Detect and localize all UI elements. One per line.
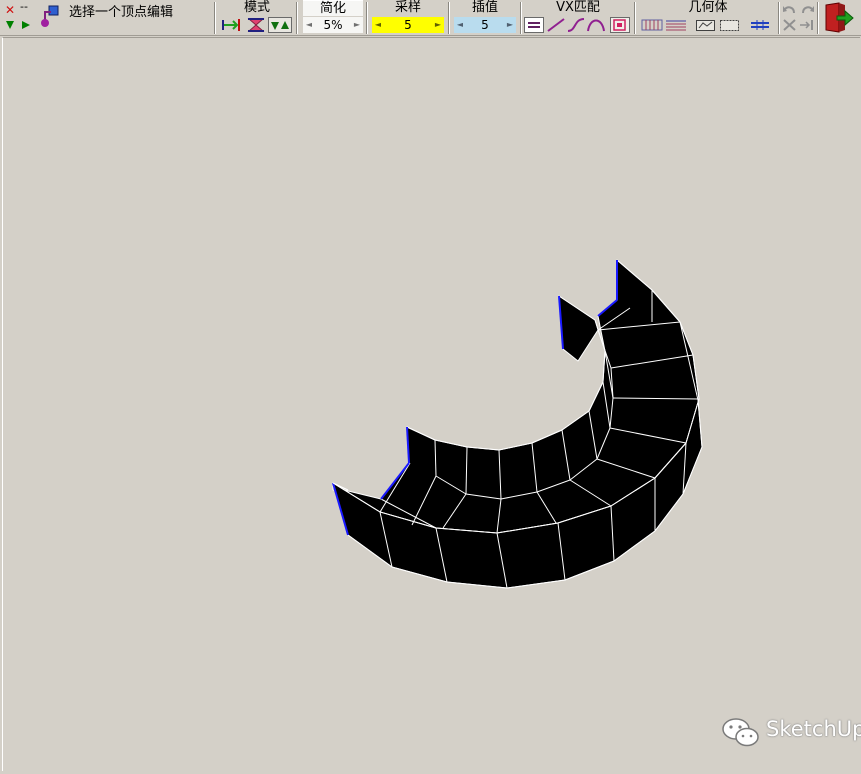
sample-increase-icon[interactable]: ►	[432, 17, 444, 33]
jump-to-end-icon[interactable]	[799, 18, 815, 32]
separator	[448, 2, 450, 34]
separator	[817, 2, 819, 34]
geometry-dotted-rect-icon[interactable]	[719, 17, 741, 33]
mode-group-title: 模式	[243, 0, 270, 15]
delete-icon[interactable]	[782, 18, 798, 32]
curved-stair-mesh[interactable]	[3, 38, 860, 771]
vertex-edit-icon[interactable]	[38, 4, 62, 30]
sample-group-title: 采样	[394, 0, 421, 15]
separator	[634, 2, 636, 34]
simplify-spinner[interactable]: ◄ 5% ►	[303, 17, 363, 33]
interp-decrease-icon[interactable]: ◄	[454, 17, 466, 33]
vx-square-icon[interactable]	[610, 17, 630, 33]
mode-hourglass-icon[interactable]	[246, 17, 266, 33]
sample-value: 5	[404, 18, 412, 32]
status-text: 选择一个顶点编辑	[69, 5, 174, 20]
mesh-upper-landing-wall	[558, 295, 599, 362]
menu-dash: --	[20, 0, 28, 13]
simplify-group-title: 简化	[303, 0, 363, 16]
geometry-rect-icon[interactable]	[695, 17, 717, 33]
interp-increase-icon[interactable]: ►	[504, 17, 516, 33]
sample-decrease-icon[interactable]: ◄	[372, 17, 384, 33]
mode-updown-icon[interactable]	[268, 17, 292, 33]
separator	[296, 2, 298, 34]
separator	[778, 2, 780, 34]
separator	[520, 2, 522, 34]
geometry-columns-icon[interactable]	[641, 17, 663, 33]
geometry-group-title: 几何体	[688, 0, 728, 15]
watermark-text: SketchUp	[766, 717, 861, 741]
interp-spinner[interactable]: ◄ 5 ►	[454, 17, 516, 33]
separator	[366, 2, 368, 34]
simplify-decrease-icon[interactable]: ◄	[303, 17, 315, 33]
vx-equal-icon[interactable]	[524, 17, 544, 33]
geometry-parallel-icon[interactable]	[749, 17, 771, 33]
simplify-value: 5%	[323, 18, 343, 32]
simplify-increase-icon[interactable]: ►	[351, 17, 363, 33]
vx-arc-icon[interactable]	[586, 17, 606, 33]
vx-match-group-title: VX匹配	[556, 0, 600, 15]
sample-spinner[interactable]: ◄ 5 ►	[372, 17, 444, 33]
wechat-logo-icon	[722, 718, 759, 747]
separator	[214, 2, 216, 34]
toolbar: ✕ -- 选择一个顶点编辑 模式 简化 ◄ 5% ► 采样 ◄ 5 ► 插值 ◄…	[0, 0, 861, 36]
exit-icon[interactable]	[823, 2, 855, 34]
redo-icon[interactable]	[799, 3, 815, 15]
svg-text:✕: ✕	[5, 3, 15, 17]
mode-align-icon[interactable]	[222, 17, 242, 33]
interp-value: 5	[481, 18, 489, 32]
interp-group-title: 插值	[471, 0, 498, 15]
app-window: ✕ -- 选择一个顶点编辑 模式 简化 ◄ 5% ► 采样 ◄ 5 ► 插值 ◄…	[0, 0, 861, 774]
undo-icon[interactable]	[782, 3, 798, 15]
geometry-rows-icon[interactable]	[665, 17, 687, 33]
vx-line-icon[interactable]	[546, 17, 566, 33]
viewport-3d[interactable]	[2, 37, 860, 771]
watermark: SketchUp	[720, 715, 861, 751]
vx-s-curve-icon[interactable]	[566, 17, 586, 33]
